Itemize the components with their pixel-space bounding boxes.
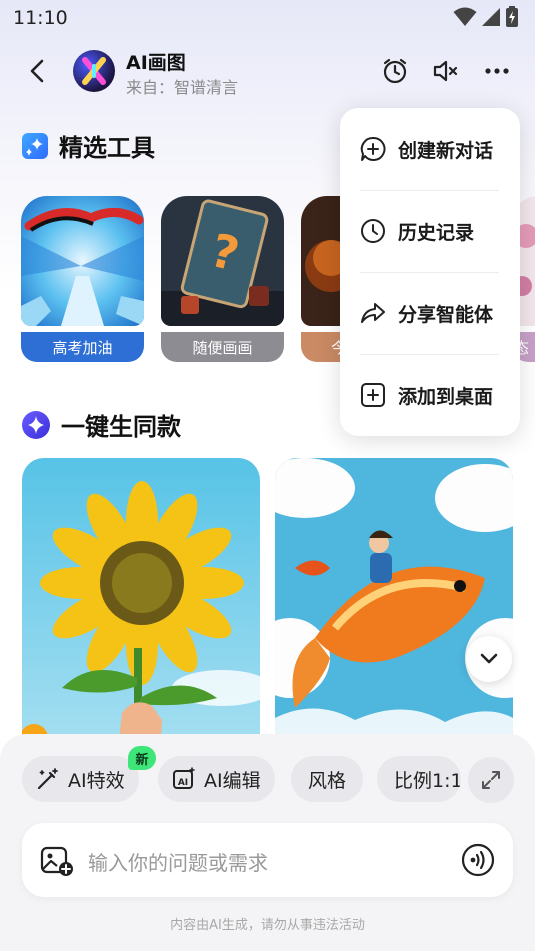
same-style-section-label: 一键生同款 [61,413,181,441]
speaker-mute-icon [433,60,458,82]
wifi-icon [453,7,477,26]
voice-input-icon[interactable] [461,843,495,877]
menu-item-share[interactable]: 分享智能体 [340,272,520,354]
battery-icon [506,6,518,27]
page-subtitle: 来自：智谱清言 [126,78,239,97]
tool-label-3: 今 [301,332,341,362]
chat-plus-icon [360,136,386,161]
add-image-icon[interactable] [40,845,74,877]
more-menu: 创建新对话 历史记录 分享智能体 添加到桌面 [340,108,520,436]
tool-image-doodle: ? [161,196,284,326]
menu-item-label: 历史记录 [398,221,475,244]
menu-item-add-desktop[interactable]: 添加到桌面 [340,354,520,436]
chip-label: 比例1:1 [394,769,461,792]
ratio-chip[interactable]: 比例1:1 [377,756,461,802]
share-icon [361,303,385,323]
status-bar: 11:10 [0,0,535,36]
chip-label: 风格 [308,769,347,792]
alarm-button[interactable] [380,56,410,86]
tool-image-3 [301,196,341,326]
tools-section-label: 精选工具 [59,134,155,162]
agent-logo-icon [82,57,106,85]
tool-image-gaokao [21,196,144,326]
status-icons [453,6,519,28]
clock-icon [361,219,385,243]
koi-fish-image-card[interactable] [275,458,513,758]
back-button[interactable] [20,54,54,88]
menu-item-history[interactable]: 历史记录 [340,190,520,272]
expand-button[interactable] [468,757,514,803]
style-chip[interactable]: 风格 [291,756,364,802]
sunflower-image-card[interactable] [22,458,260,758]
expand-arrows-icon [482,771,500,789]
tool-card-doodle[interactable]: ? 随便画画 [161,196,284,364]
ai-effects-chip[interactable]: AI特效 [22,756,139,802]
tool-card-gaokao[interactable]: 高考加油 [21,196,144,364]
page-title: AI画图 [126,52,186,74]
menu-item-label: 分享智能体 [398,303,494,326]
alarm-icon [383,58,407,84]
menu-item-label: 添加到桌面 [398,385,494,408]
magic-wand-icon [37,768,58,790]
ai-edit-chip[interactable]: AI AI编辑 [158,756,275,802]
mute-button[interactable] [430,56,460,86]
status-time: 11:10 [13,7,68,29]
agent-avatar[interactable] [73,50,115,92]
ai-image-edit-icon: AI [173,767,195,789]
svg-text:AI: AI [178,778,188,788]
prompt-input-box[interactable]: 输入你的问题或需求 [22,823,513,897]
sunflower-image [22,458,260,758]
ai-disclaimer: 内容由AI生成，请勿从事违法活动 [170,918,365,933]
more-dots-icon [485,68,509,74]
prompt-input-placeholder: 输入你的问题或需求 [88,851,268,875]
more-button[interactable] [482,56,512,86]
same-style-section-title: 一键生同款 [21,407,181,442]
chevron-down-icon [480,653,498,664]
add-square-icon [361,383,385,407]
app-header: AI画图 来自：智谱清言 [0,40,535,102]
sparkle-circle-icon [22,410,50,439]
scroll-down-button[interactable] [466,636,512,682]
menu-item-label: 创建新对话 [398,139,494,162]
chip-label: AI编辑 [204,769,261,792]
menu-item-new-chat[interactable]: 创建新对话 [340,108,520,190]
new-badge: 新 [128,746,156,770]
tool-label-doodle: 随便画画 [161,332,284,362]
tools-section-title: 精选工具 [21,128,155,163]
tool-label-gaokao: 高考加油 [21,332,144,362]
sparkle-square-icon [22,132,48,159]
koi-fish-image [275,458,513,758]
signal-icon [482,8,500,26]
back-arrow-icon [30,59,44,83]
chip-label: AI特效 [68,769,125,792]
tool-card-3[interactable]: 今 [301,196,341,364]
